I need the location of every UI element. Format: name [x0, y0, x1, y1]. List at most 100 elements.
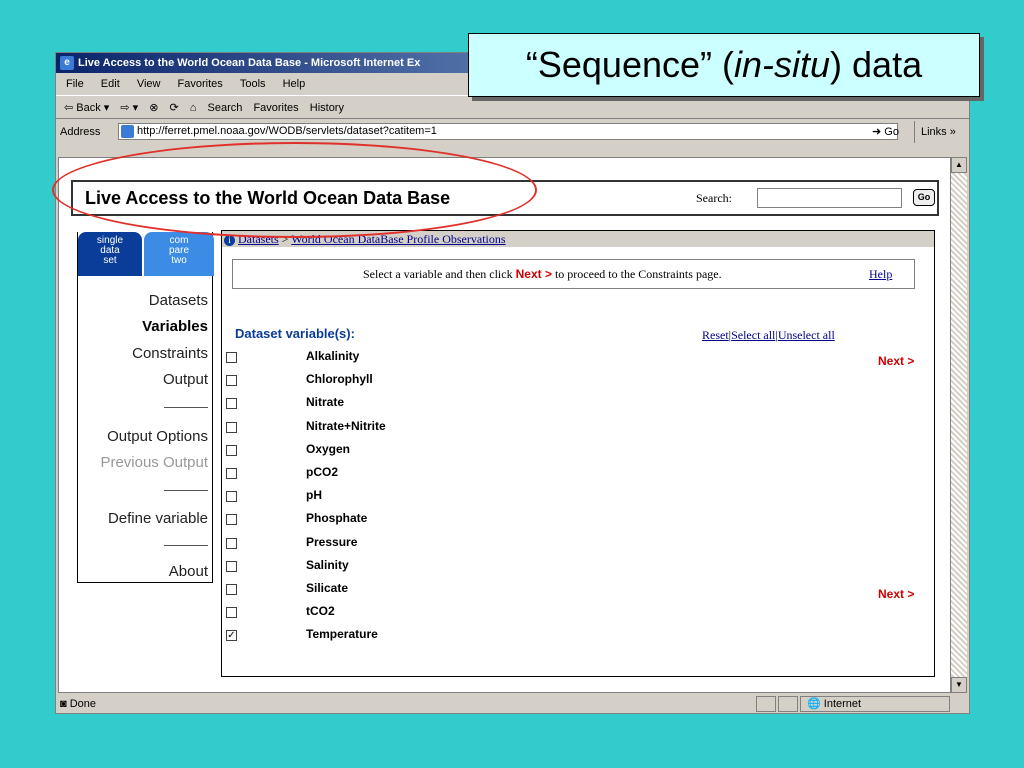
go-label: Go: [884, 126, 899, 138]
variable-checkbox[interactable]: [226, 444, 237, 456]
nav-about[interactable]: About: [169, 563, 208, 580]
variable-row[interactable]: pH: [226, 487, 826, 510]
next-button-bottom[interactable]: Next >: [878, 587, 914, 601]
variable-label: Phosphate: [306, 511, 368, 526]
help-link[interactable]: Help: [869, 260, 892, 288]
search-go-button[interactable]: Go: [913, 189, 935, 206]
nav-previous-output: Previous Output: [100, 454, 208, 471]
variable-row[interactable]: Nitrate+Nitrite: [226, 418, 826, 441]
variable-label: Pressure: [306, 534, 358, 549]
variable-checkbox[interactable]: [226, 468, 237, 479]
variable-label: Temperature: [306, 627, 378, 642]
forward-button[interactable]: ⇨ ▾: [120, 102, 138, 114]
variable-checkbox[interactable]: [226, 560, 237, 572]
selection-actions: Reset|Select all|Unselect all: [702, 328, 835, 343]
links-button[interactable]: Links »: [914, 121, 956, 143]
search-input[interactable]: [757, 188, 902, 208]
variable-label: pCO2: [306, 465, 339, 479]
page-title: Live Access to the World Ocean Data Base: [85, 188, 451, 208]
variable-checkbox[interactable]: [226, 398, 237, 410]
nav-define-variable[interactable]: Define variable: [108, 510, 208, 527]
variable-row[interactable]: Nitrate: [226, 394, 826, 417]
left-nav: single data set com pare two Datasets Va…: [77, 232, 214, 583]
slide-callout: “Sequence” (in-situ) data: [468, 33, 980, 97]
nav-constraints[interactable]: Constraints: [132, 345, 208, 362]
breadcrumb-current-link[interactable]: World Ocean DataBase Profile Observation…: [291, 232, 505, 246]
variable-row[interactable]: Silicate: [226, 580, 826, 603]
status-text: Done: [69, 698, 97, 710]
variable-row[interactable]: Chlorophyll: [226, 371, 826, 394]
callout-italic: in-situ: [734, 44, 831, 85]
variable-checkbox[interactable]: [226, 607, 237, 619]
zone-text: Internet: [823, 698, 862, 710]
variable-row[interactable]: Salinity: [226, 557, 826, 580]
tab-label-line: two: [171, 255, 187, 266]
info-icon: i: [224, 234, 235, 246]
nav-divider: [164, 545, 208, 546]
menu-tools[interactable]: Tools: [240, 78, 266, 90]
unselect-all-link[interactable]: Unselect all: [778, 328, 835, 342]
tab-compare-two[interactable]: com pare two: [144, 232, 214, 276]
instructions-text: Select a variable and then click Next > …: [363, 260, 722, 288]
instructions-before: Select a variable and then click: [363, 267, 516, 281]
variable-row[interactable]: tCO2: [226, 603, 826, 626]
refresh-icon[interactable]: ⟳: [170, 102, 179, 114]
window-title: Live Access to the World Ocean Data Base…: [78, 57, 421, 69]
next-button-top[interactable]: Next >: [878, 354, 914, 368]
select-all-link[interactable]: Select all: [731, 328, 775, 342]
go-button[interactable]: ➜ Go: [872, 121, 899, 143]
variable-checkbox[interactable]: [226, 584, 237, 595]
variable-checkbox[interactable]: [226, 491, 237, 503]
go-arrow-icon: ➜: [872, 126, 882, 138]
variable-label: Salinity: [306, 557, 349, 572]
nav-divider: [164, 490, 208, 491]
variable-row[interactable]: Alkalinity: [226, 348, 826, 371]
history-button[interactable]: History: [310, 102, 344, 114]
variable-checkbox[interactable]: [226, 375, 237, 387]
nav-output[interactable]: Output: [163, 371, 208, 388]
vertical-scrollbar[interactable]: ▲ ▼: [951, 157, 967, 693]
home-icon[interactable]: ⌂: [190, 102, 197, 114]
variable-checkbox[interactable]: [226, 514, 237, 526]
menu-edit[interactable]: Edit: [101, 78, 120, 90]
breadcrumb-separator: >: [281, 232, 289, 246]
variable-label: Silicate: [306, 581, 349, 595]
menu-file[interactable]: File: [66, 78, 84, 90]
breadcrumb: i Datasets > World Ocean DataBase Profile…: [222, 231, 934, 247]
variable-label: Nitrate+Nitrite: [306, 418, 386, 433]
status-bar: ◙ Done 🌐 Internet: [56, 695, 969, 713]
tab-label-line: set: [103, 255, 117, 266]
variable-checkbox[interactable]: [226, 352, 237, 363]
nav-variables[interactable]: Variables: [142, 318, 208, 335]
variable-checkbox[interactable]: [226, 421, 237, 433]
address-input[interactable]: http://ferret.pmel.noaa.gov/WODB/servlet…: [118, 123, 898, 140]
variable-row[interactable]: Oxygen: [226, 441, 826, 464]
search-button[interactable]: Search: [208, 102, 243, 114]
tab-single-data-set[interactable]: single data set: [78, 232, 142, 276]
variable-row[interactable]: ✓ Temperature: [226, 626, 826, 649]
variable-label: Oxygen: [306, 441, 351, 456]
address-label: Address: [60, 126, 101, 138]
favorites-button[interactable]: Favorites: [253, 102, 298, 114]
instructions-next: Next >: [515, 267, 552, 281]
menu-favorites[interactable]: Favorites: [178, 78, 223, 90]
breadcrumb-datasets-link[interactable]: Datasets: [238, 232, 279, 246]
variable-checkbox[interactable]: [226, 537, 237, 549]
menu-help[interactable]: Help: [283, 78, 306, 90]
stop-icon[interactable]: ⊗: [149, 102, 158, 114]
menu-view[interactable]: View: [137, 78, 161, 90]
nav-output-options[interactable]: Output Options: [107, 428, 208, 445]
reset-link[interactable]: Reset: [702, 328, 729, 342]
scroll-up-arrow-icon[interactable]: ▲: [951, 157, 967, 173]
variable-row[interactable]: Pressure: [226, 534, 826, 557]
back-button[interactable]: ⇦ Back ▾: [64, 102, 109, 114]
page-content: Live Access to the World Ocean Data Base…: [58, 157, 951, 693]
scroll-down-arrow-icon[interactable]: ▼: [951, 677, 967, 693]
variable-checkbox[interactable]: ✓: [226, 630, 237, 642]
main-panel: i Datasets > World Ocean DataBase Profile…: [221, 230, 935, 677]
variable-label: Alkalinity: [306, 349, 360, 363]
nav-datasets[interactable]: Datasets: [149, 292, 208, 309]
variable-row[interactable]: Phosphate: [226, 510, 826, 533]
zone-indicator: 🌐 Internet: [800, 696, 950, 712]
variable-row[interactable]: pCO2: [226, 464, 826, 487]
